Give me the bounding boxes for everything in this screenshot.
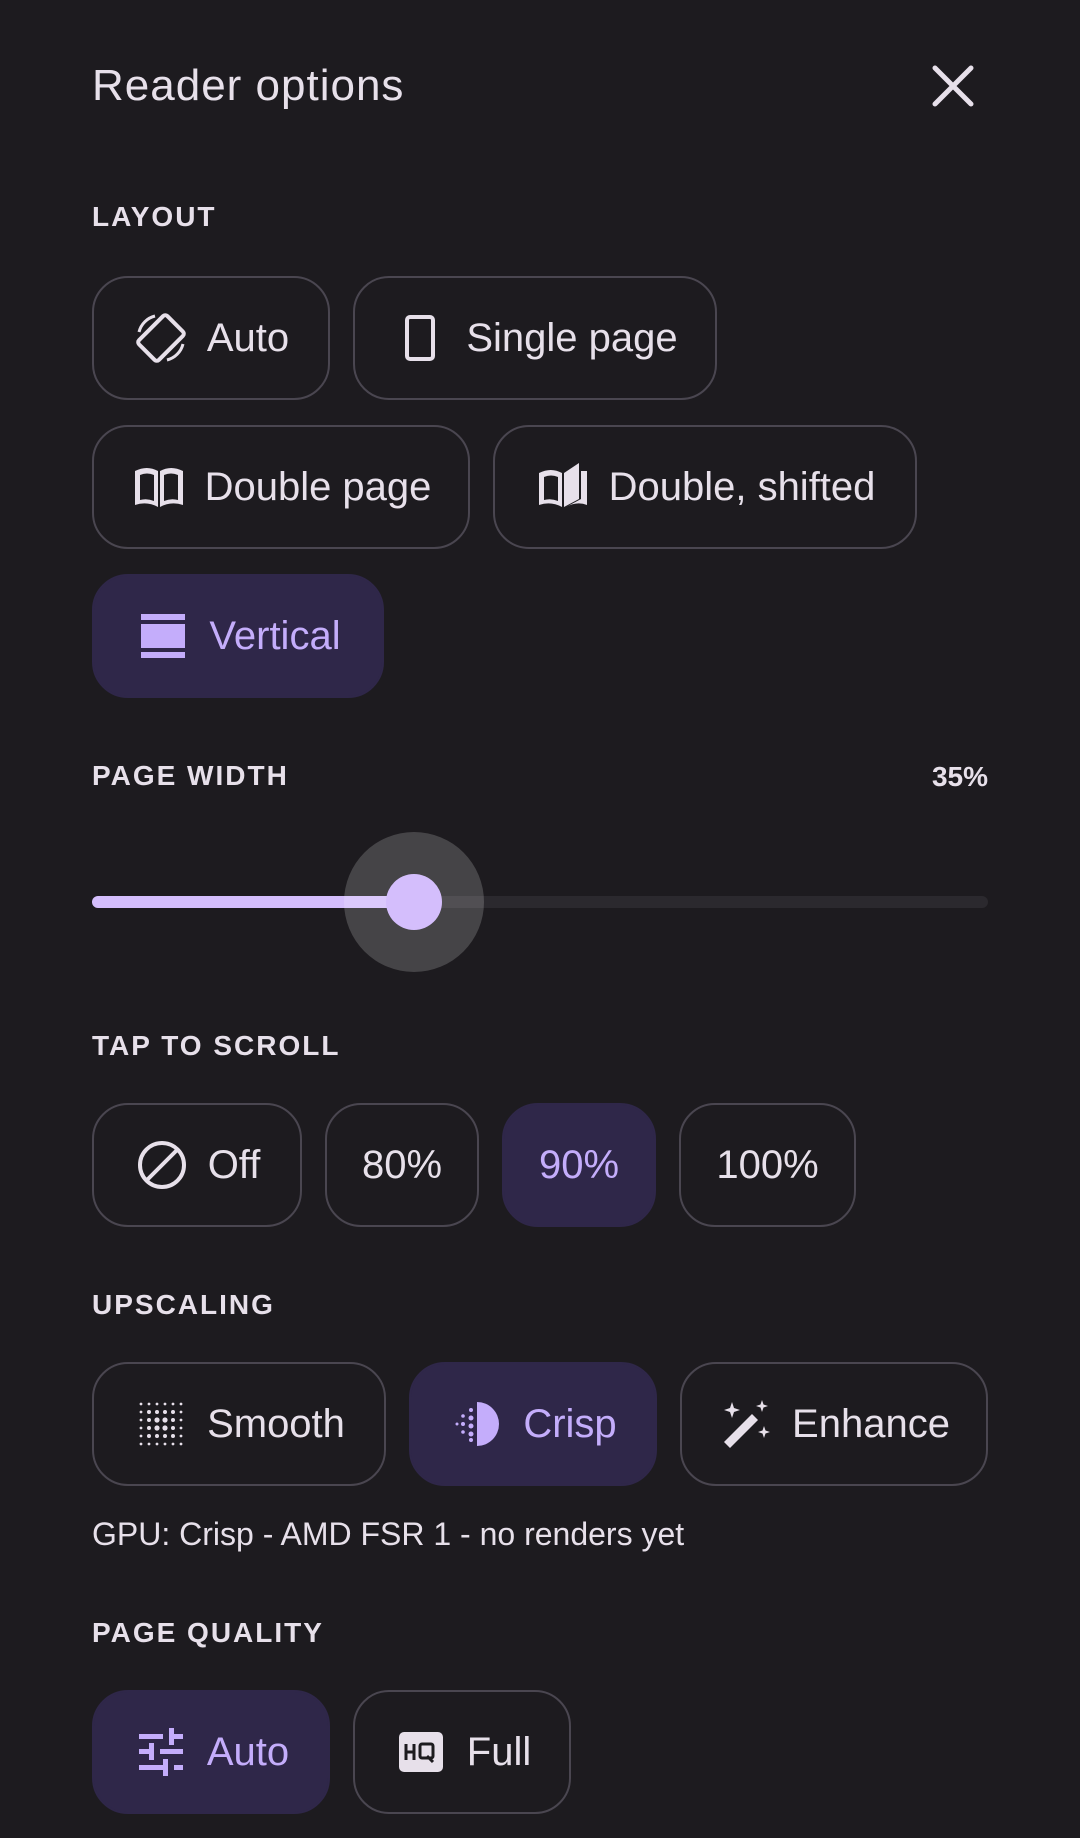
layout-double-shifted-chip[interactable]: Double, shifted xyxy=(493,425,917,549)
tap-scroll-80-label: 80% xyxy=(361,1142,443,1187)
vertical-stack-icon xyxy=(135,608,191,664)
tap-scroll-90-label: 90% xyxy=(538,1142,620,1187)
hq-icon xyxy=(393,1724,449,1780)
page-quality-section-label: PAGE QUALITY xyxy=(92,1617,324,1648)
layout-double-page-label: Double page xyxy=(204,464,432,509)
upscaling-crisp-chip[interactable]: Crisp xyxy=(409,1362,657,1486)
tap-scroll-100-label: 100% xyxy=(716,1142,819,1187)
gpu-info-text: GPU: Crisp - AMD FSR 1 - no renders yet xyxy=(92,1516,685,1552)
slider-thumb[interactable] xyxy=(386,874,442,930)
block-icon xyxy=(134,1137,190,1193)
reader-options-panel: Reader options LAYOUT Auto Single page D… xyxy=(0,0,1080,1838)
layout-section-label: LAYOUT xyxy=(92,201,217,232)
page-width-value: 35% xyxy=(931,761,988,792)
upscaling-smooth-label: Smooth xyxy=(207,1401,345,1446)
page-width-section-label: PAGE WIDTH xyxy=(92,760,289,791)
upscaling-section-label: UPSCALING xyxy=(92,1289,275,1320)
layout-auto-chip[interactable]: Auto xyxy=(92,276,330,400)
screen-rotation-icon xyxy=(133,310,189,366)
tap-to-scroll-section-label: TAP TO SCROLL xyxy=(92,1030,341,1061)
layout-vertical-label: Vertical xyxy=(209,613,341,658)
layout-single-page-chip[interactable]: Single page xyxy=(353,276,717,400)
close-icon xyxy=(932,65,974,107)
page-width-slider[interactable] xyxy=(92,830,988,974)
contrast-half-icon xyxy=(449,1396,505,1452)
upscaling-enhance-chip[interactable]: Enhance xyxy=(680,1362,988,1486)
magic-wand-icon xyxy=(718,1396,774,1452)
tap-scroll-90-chip[interactable]: 90% xyxy=(502,1103,656,1227)
upscaling-crisp-label: Crisp xyxy=(523,1401,617,1446)
tap-scroll-80-chip[interactable]: 80% xyxy=(325,1103,479,1227)
layout-double-page-chip[interactable]: Double page xyxy=(92,425,470,549)
tap-scroll-off-chip[interactable]: Off xyxy=(92,1103,302,1227)
shifted-book-icon xyxy=(535,459,591,515)
tune-sliders-icon xyxy=(133,1724,189,1780)
page-quality-auto-chip[interactable]: Auto xyxy=(92,1690,330,1814)
layout-double-shifted-label: Double, shifted xyxy=(608,464,876,509)
layout-vertical-chip[interactable]: Vertical xyxy=(92,574,384,698)
tap-scroll-off-label: Off xyxy=(207,1142,261,1187)
blur-dots-icon xyxy=(133,1396,189,1452)
upscaling-enhance-label: Enhance xyxy=(792,1401,950,1446)
panel-title: Reader options xyxy=(92,61,405,110)
close-button[interactable] xyxy=(918,56,988,116)
single-page-icon xyxy=(392,310,448,366)
page-quality-auto-label: Auto xyxy=(206,1729,290,1774)
page-quality-full-label: Full xyxy=(466,1729,532,1774)
page-quality-full-chip[interactable]: Full xyxy=(353,1690,571,1814)
tap-scroll-100-chip[interactable]: 100% xyxy=(679,1103,856,1227)
open-book-icon xyxy=(131,459,187,515)
layout-auto-label: Auto xyxy=(206,315,290,360)
layout-single-page-label: Single page xyxy=(466,315,678,360)
upscaling-smooth-chip[interactable]: Smooth xyxy=(92,1362,386,1486)
